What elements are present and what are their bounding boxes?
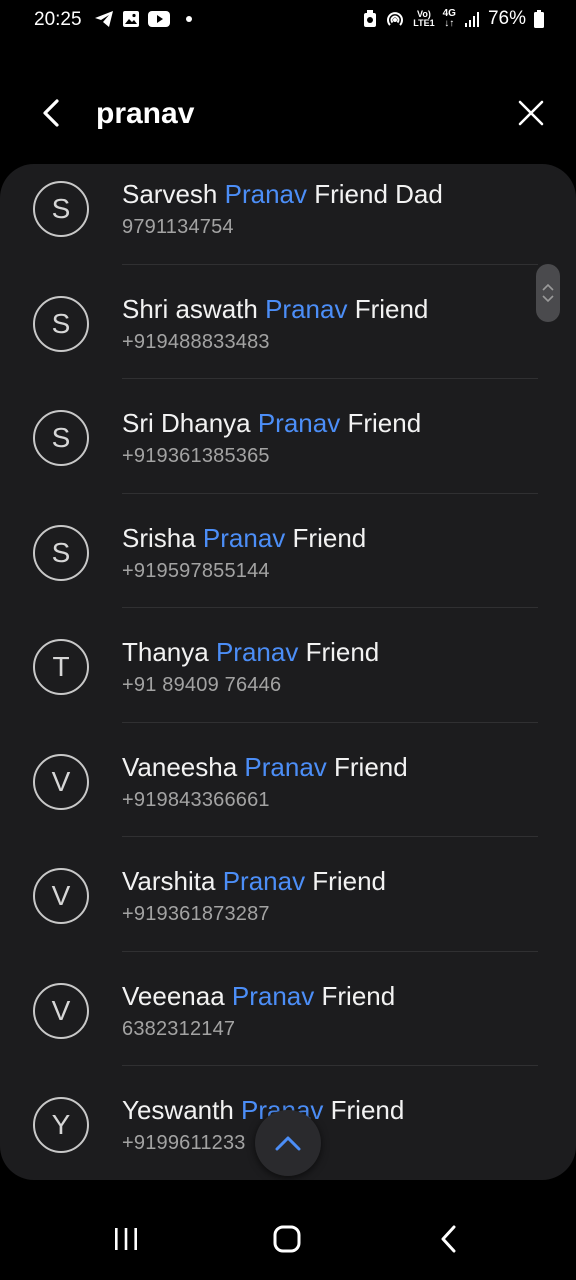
recent-apps-button[interactable] [96, 1214, 156, 1264]
contact-phone: +919361385365 [122, 445, 270, 467]
row-divider [122, 378, 538, 379]
status-bar: 20:25 Vo) LTE1 4G ↓↑ 76% [0, 0, 576, 40]
row-divider [122, 950, 538, 952]
contact-avatar: V [33, 868, 89, 924]
hotspot-icon [387, 12, 404, 26]
contact-name: Sri Dhanya Pranav Friend [122, 408, 422, 438]
chevron-down-icon [542, 295, 554, 303]
contact-avatar: S [33, 295, 89, 352]
contact-results-card: S Sarvesh Pranav Friend Dad 9791134754 S… [0, 164, 576, 1180]
search-match-highlight: Pranav [265, 293, 348, 324]
contact-phone: 9791134754 [122, 216, 234, 238]
volte-icon: Vo) LTE1 [413, 9, 435, 28]
contact-row[interactable]: S Sri Dhanya Pranav Friend +919361385365 [0, 393, 576, 508]
chevron-up-icon [542, 283, 554, 291]
contact-row[interactable]: T Thanya Pranav Friend +91 89409 76446 [0, 622, 576, 737]
navigation-bar [0, 1190, 576, 1280]
back-chevron-icon [441, 1225, 456, 1253]
contact-name: Veeenaa Pranav Friend [122, 980, 396, 1011]
battery-percent: 76% [487, 8, 526, 29]
signal-icon [464, 12, 479, 27]
row-divider [122, 263, 538, 265]
contact-name: Thanya Pranav Friend [122, 637, 380, 667]
contact-avatar: S [33, 410, 89, 466]
contact-phone: +919843366661 [122, 788, 270, 811]
home-icon [273, 1225, 301, 1253]
contact-avatar: Y [33, 1097, 89, 1153]
search-header [0, 70, 576, 160]
back-arrow-icon [43, 99, 59, 127]
row-divider [122, 607, 538, 608]
more-notifications-dot-icon [186, 16, 192, 22]
search-match-highlight: Pranav [257, 408, 341, 438]
contact-row[interactable]: S Srisha Pranav Friend +919597855144 [0, 508, 576, 623]
row-divider [122, 721, 538, 723]
row-divider [122, 1065, 538, 1066]
notification-icons [94, 10, 192, 28]
clear-search-button[interactable] [508, 90, 554, 136]
row-divider [122, 492, 538, 494]
contact-name: Srisha Pranav Friend [122, 522, 367, 553]
network-type-icon: 4G ↓↑ [442, 8, 456, 29]
search-match-highlight: Pranav [231, 980, 315, 1011]
contact-phone: 6382312147 [122, 1017, 236, 1040]
contact-phone: +919597855144 [122, 559, 270, 582]
back-nav-button[interactable] [419, 1214, 479, 1264]
search-match-highlight: Pranav [222, 866, 306, 896]
contact-avatar: V [33, 753, 89, 810]
gallery-icon [123, 11, 139, 27]
contact-name: Shri aswath Pranav Friend [122, 293, 429, 324]
contact-row[interactable]: V Vaneesha Pranav Friend +919843366661 [0, 737, 576, 852]
contact-phone: +919361873287 [122, 903, 270, 925]
contact-list: S Sarvesh Pranav Friend Dad 9791134754 S… [0, 164, 576, 1180]
search-match-highlight: Pranav [224, 179, 307, 209]
row-divider [122, 836, 538, 837]
system-icons: Vo) LTE1 4G ↓↑ 76% [363, 8, 544, 30]
search-match-highlight: Pranav [215, 637, 299, 667]
contact-phone: +9199611233 [122, 1132, 246, 1154]
contact-avatar: T [33, 639, 89, 695]
battery-icon [534, 10, 544, 28]
telegram-icon [95, 11, 113, 27]
contact-avatar: S [33, 181, 89, 237]
search-match-highlight: Pranav [244, 751, 327, 782]
contact-row[interactable]: S Sarvesh Pranav Friend Dad 9791134754 [0, 164, 576, 279]
chevron-up-icon [275, 1136, 301, 1151]
contact-row[interactable]: S Shri aswath Pranav Friend +91948883348… [0, 279, 576, 394]
contact-name: Varshita Pranav Friend [122, 866, 386, 896]
search-match-highlight: Pranav [202, 522, 286, 553]
contact-name: Vaneesha Pranav Friend [122, 751, 408, 782]
youtube-icon [148, 11, 170, 27]
recent-apps-icon [115, 1228, 137, 1250]
contact-phone: +919488833483 [122, 330, 270, 353]
home-button[interactable] [257, 1214, 317, 1264]
contact-row[interactable]: V Veeenaa Pranav Friend 6382312147 [0, 966, 576, 1081]
scroll-to-top-button[interactable] [255, 1110, 321, 1176]
contact-avatar: V [33, 982, 89, 1039]
contact-phone: +91 89409 76446 [122, 674, 282, 696]
back-button[interactable] [28, 90, 74, 136]
close-icon [518, 100, 544, 126]
contact-name: Sarvesh Pranav Friend Dad [122, 179, 443, 209]
search-input[interactable] [96, 92, 486, 136]
fast-scroll-handle[interactable] [536, 264, 560, 322]
contact-row[interactable]: V Varshita Pranav Friend +919361873287 [0, 851, 576, 966]
contact-avatar: S [33, 524, 89, 581]
status-time: 20:25 [34, 9, 82, 30]
data-saver-icon [364, 10, 377, 27]
